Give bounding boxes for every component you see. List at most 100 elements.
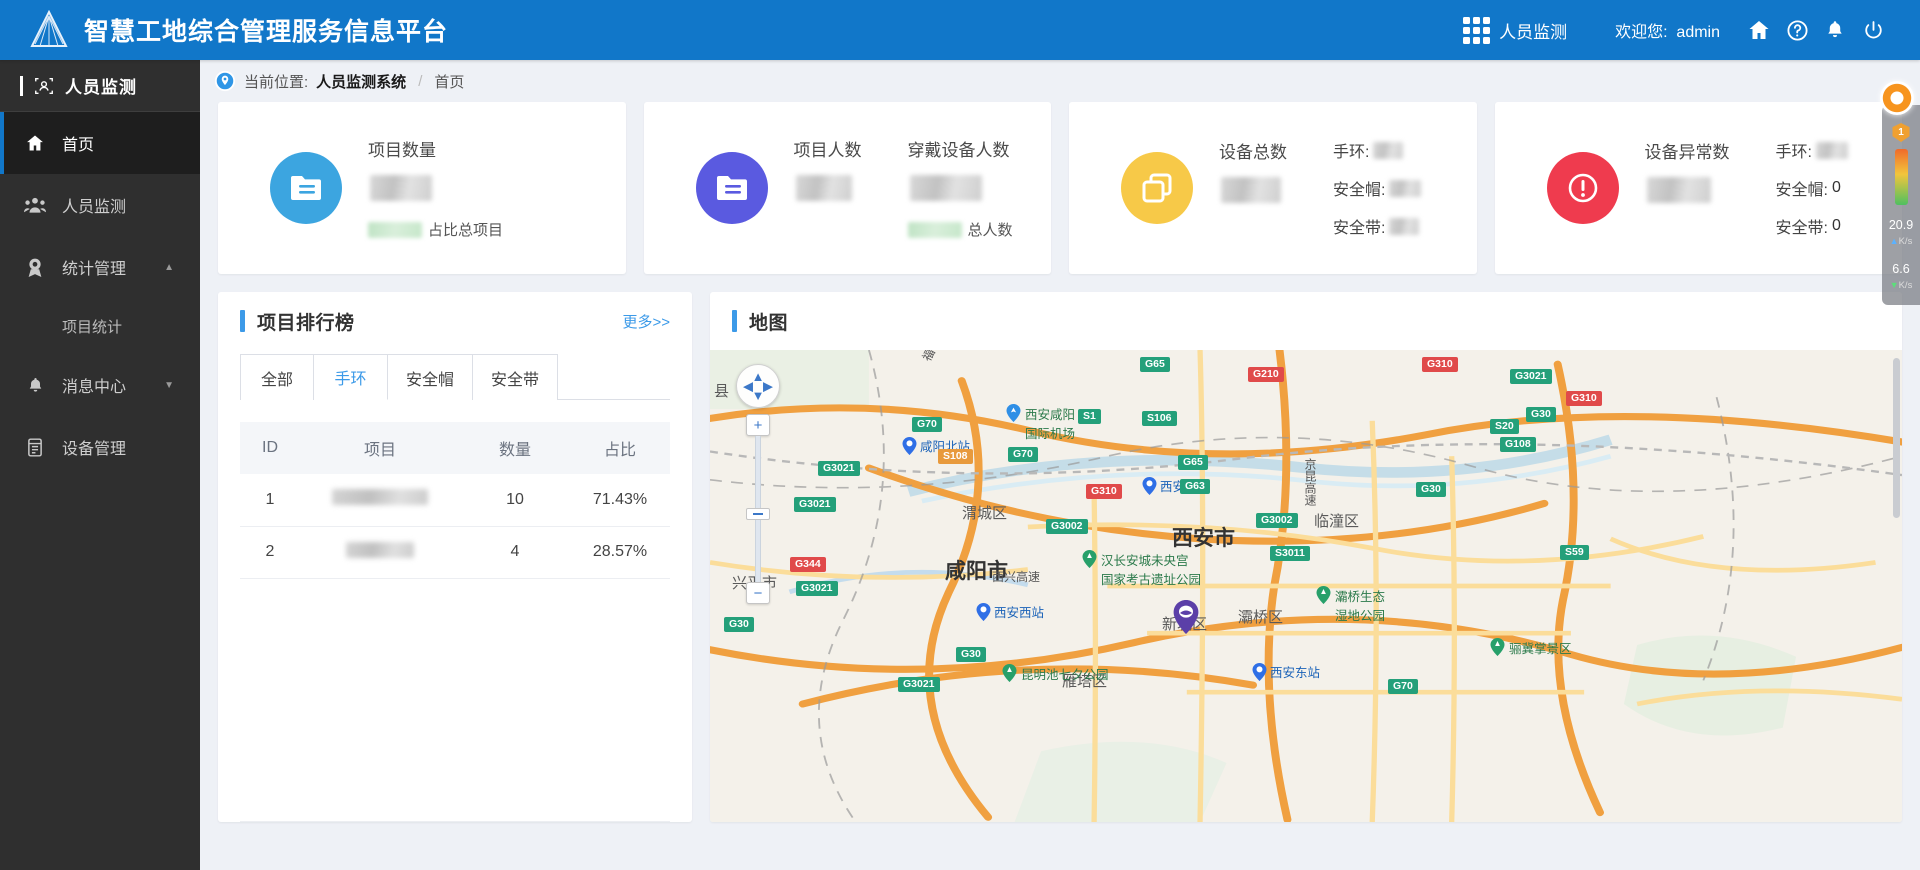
- sidebar-item-device-management[interactable]: 设备管理: [0, 416, 200, 478]
- pan-left-arrow[interactable]: ◀: [743, 380, 753, 393]
- cell-project: [300, 526, 460, 579]
- sidebar-item-label: 设备管理: [62, 441, 127, 458]
- location-pin-icon: [214, 70, 236, 92]
- chevron-up-icon[interactable]: ▲: [164, 262, 174, 273]
- table-row[interactable]: 1 10 71.43%: [240, 474, 670, 527]
- stat-sub-value-redacted: [907, 221, 962, 238]
- kv-value-redacted: [1389, 217, 1420, 235]
- download-arrow-icon: ▼: [1889, 280, 1899, 291]
- device-icon: [24, 436, 46, 458]
- system-switch-button[interactable]: 人员监测: [1463, 16, 1568, 44]
- stat-card-project-count: 项目数量 占比总项目: [218, 102, 626, 274]
- column-header-count: 数量: [460, 422, 570, 474]
- tab-label: 安全带: [491, 371, 540, 389]
- tab-all[interactable]: 全部: [240, 354, 314, 400]
- map-panel: 地图 西安市 咸阳市 渭城区 临潼区 灞桥区 雁塔区 县 西兴高速 京昆高速 西…: [710, 292, 1902, 822]
- users-icon: [24, 194, 46, 216]
- system-switch-label: 人员监测: [1499, 22, 1568, 42]
- stat-value-redacted: [1646, 177, 1711, 203]
- zoom-handle[interactable]: [746, 508, 770, 520]
- tab-safety-belt[interactable]: 安全带: [473, 354, 559, 400]
- triangle-logo-icon: [30, 10, 68, 47]
- stat-card-project-people: 项目人数 穿戴设备人数 总人数: [643, 102, 1051, 274]
- breadcrumb-current: 首页: [434, 73, 465, 91]
- flower-logo-icon[interactable]: [1880, 81, 1914, 115]
- home-icon[interactable]: [1740, 11, 1778, 49]
- zoom-track[interactable]: [755, 436, 761, 508]
- zoom-in-button[interactable]: +: [746, 414, 770, 436]
- project-name-redacted: [346, 541, 414, 558]
- stat-value-redacted: [795, 175, 852, 201]
- welcome-prefix: 欢迎您:: [1615, 24, 1668, 41]
- ranking-tabs: 全部 手环 安全帽 安全带: [240, 354, 670, 400]
- column-header-id: ID: [240, 422, 300, 474]
- map-canvas[interactable]: 西安市 咸阳市 兴平市 渭城区 临潼区 灞桥区 新城区 雁塔区 县 西兴高速 京…: [710, 350, 1902, 822]
- kv-value-redacted: [1373, 141, 1404, 159]
- breadcrumb-prefix: 当前位置:: [244, 73, 309, 91]
- stat-label: 设备总数: [1219, 143, 1287, 162]
- tab-label: 手环: [334, 371, 367, 388]
- shield-badge-icon: 1: [1892, 123, 1910, 142]
- main-content: 当前位置: 人员监测系统 / 首页 项目数量 占比总项目 项目人数 穿戴设备人数…: [200, 60, 1920, 870]
- upload-unit: K/s: [1898, 236, 1913, 248]
- breadcrumb-separator: /: [418, 72, 423, 90]
- abnormal-breakdown-item: 安全帽: 0: [1776, 176, 1848, 200]
- stat-card-device-abnormal: 设备异常数 手环: 安全帽: 0 安全带: 0: [1494, 102, 1902, 274]
- tab-label: 安全帽: [406, 371, 455, 389]
- help-icon[interactable]: [1778, 11, 1816, 49]
- bell-icon[interactable]: [1816, 11, 1854, 49]
- ranking-panel-header: 项目排行榜 更多>>: [218, 292, 692, 350]
- map-base-graphics: [710, 350, 1902, 822]
- kv-value-redacted: [1389, 179, 1422, 197]
- stat-sub-row: 总人数: [907, 219, 1013, 240]
- sidebar-item-label: 人员监测: [62, 199, 127, 216]
- stat-label-secondary: 穿戴设备人数: [907, 141, 1010, 160]
- tab-wristband[interactable]: 手环: [314, 354, 388, 400]
- panel-title: 项目排行榜: [257, 312, 355, 334]
- person-monitor-icon: [35, 77, 53, 94]
- more-link[interactable]: 更多>>: [622, 311, 670, 332]
- sidebar-item-statistics[interactable]: 统计管理 ▲: [0, 236, 200, 298]
- cell-ratio: 28.57%: [570, 526, 670, 579]
- sidebar-item-label: 首页: [62, 137, 95, 154]
- cell-id: 2: [240, 526, 300, 579]
- zoom-slider[interactable]: + −: [736, 414, 780, 604]
- chevron-down-icon[interactable]: ▼: [164, 380, 174, 391]
- breadcrumb-system[interactable]: 人员监测系统: [316, 71, 406, 92]
- abnormal-breakdown-item: 手环:: [1776, 138, 1848, 162]
- network-speed-widget[interactable]: 1 20.9 ▲K/s 6.6 ▼ K/s: [1880, 81, 1920, 305]
- pan-compass-icon[interactable]: ▲ ▼ ◀ ▶: [736, 364, 780, 408]
- copy-squares-icon: [1121, 152, 1193, 224]
- kv-key: 手环:: [1775, 144, 1812, 161]
- sidebar-subitem-label: 项目统计: [62, 318, 123, 336]
- table-row[interactable]: 2 4 28.57%: [240, 526, 670, 579]
- cell-count: 10: [460, 474, 570, 527]
- welcome-text: 欢迎您: admin: [1615, 18, 1720, 42]
- sidebar: 人员监测 首页 人员监测 统计管理 ▲ 项目统计 消息中心 ▼ 设备管理: [0, 60, 200, 870]
- sidebar-item-personnel-monitor[interactable]: 人员监测: [0, 174, 200, 236]
- panel-accent-bar: [240, 310, 245, 332]
- device-breakdown-item: 安全帽:: [1333, 176, 1422, 200]
- map-marker-icon[interactable]: [1173, 600, 1199, 634]
- project-name-redacted: [332, 489, 428, 506]
- sidebar-item-message-center[interactable]: 消息中心 ▼: [0, 354, 200, 416]
- panel-title: 地图: [749, 312, 789, 334]
- power-icon[interactable]: [1854, 11, 1892, 49]
- badge-icon: [24, 256, 46, 278]
- column-header-ratio: 占比: [570, 422, 670, 474]
- ranking-empty-space: [240, 579, 670, 822]
- upload-speed: 20.9 ▲K/s: [1889, 218, 1913, 249]
- project-ranking-panel: 项目排行榜 更多>> 全部 手环 安全帽 安全带 ID 项目 数量 占比 1 1…: [218, 292, 692, 822]
- sidebar-subitem-project-statistics[interactable]: 项目统计: [0, 298, 200, 354]
- pan-right-arrow[interactable]: ▶: [763, 380, 773, 393]
- tab-helmet[interactable]: 安全帽: [388, 354, 474, 400]
- download-value: 6.6: [1892, 261, 1910, 276]
- panel-accent-bar: [732, 310, 737, 332]
- stat-sub-label: 占比总项目: [428, 222, 504, 239]
- zoom-track-lower[interactable]: [755, 520, 761, 582]
- sidebar-item-label: 统计管理: [62, 261, 127, 278]
- map-scrollbar[interactable]: [1893, 358, 1900, 518]
- zoom-out-button[interactable]: −: [746, 582, 770, 604]
- cell-id: 1: [240, 474, 300, 527]
- sidebar-item-home[interactable]: 首页: [0, 112, 200, 174]
